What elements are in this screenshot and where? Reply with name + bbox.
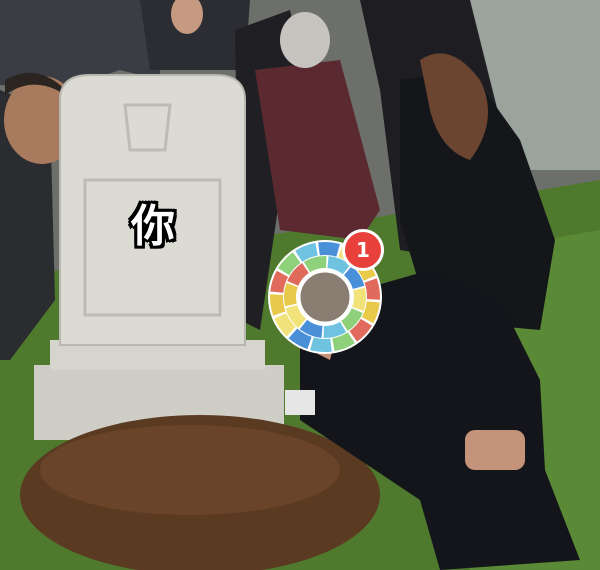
shirt-cuff bbox=[285, 390, 315, 415]
tombstone-caption: 你 bbox=[131, 201, 175, 252]
ring-segment bbox=[310, 337, 332, 352]
mourner-white-hair bbox=[280, 12, 330, 68]
ring-segment bbox=[352, 287, 366, 312]
notification-badge: 1 bbox=[342, 229, 384, 271]
ring-segment bbox=[318, 242, 340, 257]
meme-photo: 你 1 bbox=[0, 0, 600, 570]
dirt-mound-top bbox=[40, 425, 340, 515]
graveside-scene bbox=[0, 0, 600, 570]
ring-segment bbox=[284, 282, 298, 307]
kneeling-man-knee-hand bbox=[465, 430, 525, 470]
